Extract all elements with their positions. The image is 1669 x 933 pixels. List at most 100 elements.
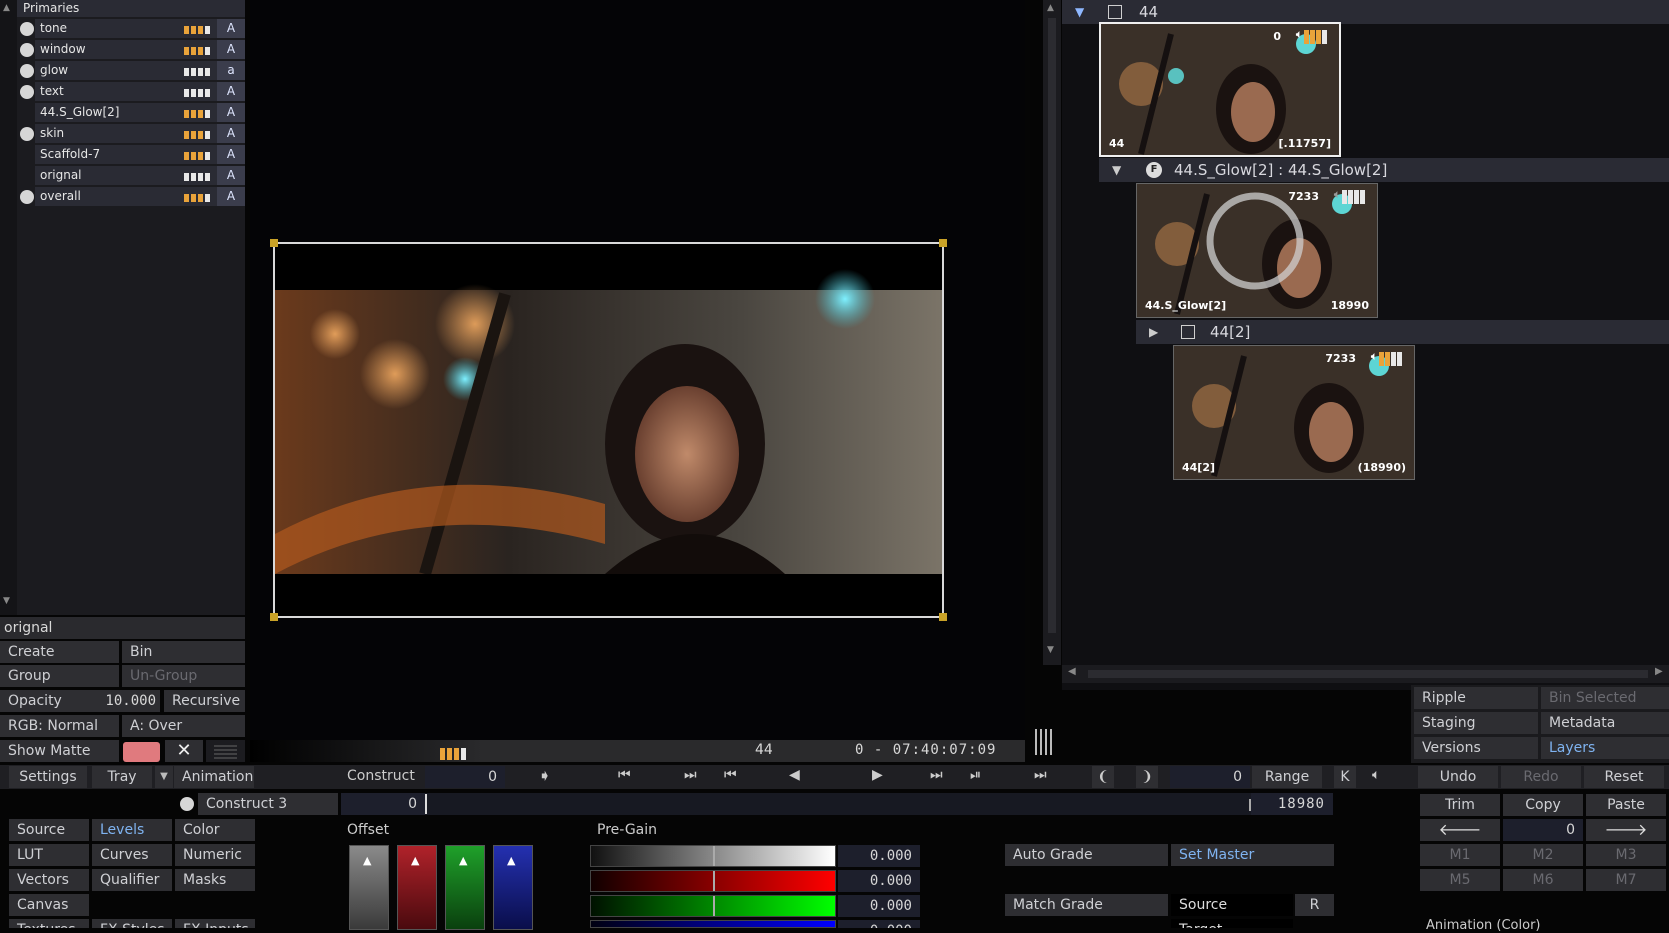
memory-button-m7[interactable]: M7 [1586, 869, 1666, 891]
step-back-icon[interactable]: ◀ [789, 767, 800, 783]
construct-name[interactable]: Construct 3 [198, 793, 338, 815]
target-field[interactable]: Target [1171, 919, 1293, 928]
memory-button-m3[interactable]: M3 [1586, 844, 1666, 866]
tree-horizontal-scrollbar[interactable]: ◀ ▶ [1062, 665, 1669, 683]
jump-icon[interactable]: ➧ [538, 766, 551, 785]
corner-handle[interactable] [270, 239, 278, 247]
scroll-down-icon[interactable]: ▼ [3, 596, 10, 606]
layer-row[interactable]: orignal A [35, 166, 245, 185]
range-button[interactable]: Range [1252, 766, 1322, 788]
trim-button[interactable]: Trim [1420, 794, 1500, 816]
offset-red-swatch[interactable]: ▲ [397, 845, 437, 930]
checkbox[interactable] [1181, 325, 1195, 339]
layer-row[interactable]: overall A [35, 187, 245, 206]
layers-scrollbar[interactable]: ▲ ▼ [0, 0, 17, 615]
source-field[interactable]: Source [1171, 894, 1293, 916]
tab-levels[interactable]: Levels [92, 819, 172, 841]
tray-button[interactable]: Tray [92, 766, 152, 788]
tab-color[interactable]: Color [175, 819, 255, 841]
pregain-master-value[interactable]: 0.000 [838, 845, 920, 867]
corner-handle[interactable] [939, 239, 947, 247]
bin-selected-button[interactable]: Bin Selected [1541, 687, 1669, 709]
tree-fx-row[interactable]: ▼ F 44.S_Glow[2] : 44.S_Glow[2] [1099, 158, 1669, 182]
settings-button[interactable]: Settings [9, 766, 87, 788]
tab-fx-styles[interactable]: FX Styles [92, 919, 172, 928]
timeline-scrubber[interactable] [425, 793, 1251, 815]
viewer-scrollbar[interactable]: ▲ ▼ [1043, 0, 1061, 665]
go-to-end-icon[interactable]: ⏭ [1034, 767, 1047, 783]
layer-alpha-badge[interactable]: A [217, 82, 245, 101]
layer-row[interactable]: skin A [35, 124, 245, 143]
scroll-down-icon[interactable]: ▼ [1047, 645, 1054, 655]
corner-handle[interactable] [270, 613, 278, 621]
resize-grip-icon[interactable] [1033, 727, 1053, 757]
tab-qualifier[interactable]: Qualifier [92, 869, 172, 891]
memory-button-m6[interactable]: M6 [1503, 869, 1583, 891]
staging-button[interactable]: Staging [1414, 712, 1538, 734]
previous-frame-icon[interactable]: ⏮ [724, 767, 737, 783]
layer-visibility-dot[interactable] [20, 190, 34, 204]
layer-visibility-dot[interactable] [20, 127, 34, 141]
tree-child-row[interactable]: ▶ 44[2] [1136, 320, 1669, 344]
recursive-button[interactable]: Recursive [164, 690, 245, 712]
corner-handle[interactable] [939, 613, 947, 621]
offset-green-swatch[interactable]: ▲ [445, 845, 485, 930]
tab-vectors[interactable]: Vectors [9, 869, 89, 891]
offset-master-swatch[interactable]: ▲ [349, 845, 389, 930]
playhead[interactable] [425, 794, 427, 814]
audio-icon[interactable]: 🔈︎ [1372, 767, 1380, 783]
next-frame-icon[interactable]: ⏭ [930, 767, 943, 783]
fx-thumbnail[interactable]: 7233 🔈︎ 44.S_Glow[2] 18990 [1136, 183, 1378, 318]
previous-mark-icon[interactable]: ⏭ [684, 767, 697, 783]
layer-alpha-badge[interactable]: A [217, 40, 245, 59]
source-r-button[interactable]: R [1295, 894, 1334, 916]
go-to-start-icon[interactable]: ⏮ [618, 767, 631, 783]
ungroup-button[interactable]: Un-Group [122, 665, 245, 687]
construct-field[interactable]: 0 [425, 766, 505, 788]
play-icon[interactable]: ▶ [872, 767, 883, 783]
bin-button[interactable]: Bin [122, 641, 245, 663]
layer-row[interactable]: text A [35, 82, 245, 101]
layer-visibility-dot[interactable] [20, 85, 34, 99]
pregain-red-slider[interactable] [590, 870, 836, 892]
undo-button[interactable]: Undo [1418, 766, 1498, 788]
offset-blue-swatch[interactable]: ▲ [493, 845, 533, 930]
rgb-mode-select[interactable]: RGB: Normal [0, 715, 119, 737]
create-button[interactable]: Create [0, 641, 119, 663]
group-button[interactable]: Group [0, 665, 119, 687]
show-matte-button[interactable]: Show Matte [0, 740, 119, 762]
scroll-left-icon[interactable]: ◀ [1068, 666, 1076, 677]
memory-button-m5[interactable]: M5 [1420, 869, 1500, 891]
layer-alpha-badge[interactable]: A [217, 103, 245, 122]
selected-layer-name[interactable]: orignal [0, 617, 245, 639]
tab-source[interactable]: Source [9, 819, 89, 841]
auto-grade-button[interactable]: Auto Grade [1005, 844, 1168, 866]
memory-button-m1[interactable]: M1 [1420, 844, 1500, 866]
tab-lut[interactable]: LUT [9, 844, 89, 866]
opacity-value[interactable]: 10.000 [80, 690, 160, 712]
layer-row[interactable]: 44.S_Glow[2] A [35, 103, 245, 122]
pregain-red-value[interactable]: 0.000 [838, 870, 920, 892]
metadata-button[interactable]: Metadata [1541, 712, 1669, 734]
layer-alpha-badge[interactable]: A [217, 166, 245, 185]
scroll-right-icon[interactable]: ▶ [1655, 666, 1663, 677]
layer-visibility-dot[interactable] [20, 22, 34, 36]
scroll-thumb[interactable] [1088, 670, 1648, 678]
close-icon[interactable]: ✕ [165, 740, 203, 762]
pregain-green-slider[interactable] [590, 895, 836, 917]
dropdown-arrow-icon[interactable]: ▼ [155, 766, 173, 788]
matte-color-swatch[interactable] [123, 742, 160, 762]
layer-visibility-dot[interactable] [20, 43, 34, 57]
pregain-blue-slider[interactable] [590, 920, 836, 928]
pregain-master-slider[interactable] [590, 845, 836, 867]
layer-alpha-badge[interactable]: A [217, 19, 245, 38]
ripple-button[interactable]: Ripple [1414, 687, 1538, 709]
arrow-right-icon[interactable]: 🡒 [1586, 819, 1666, 841]
viewer-frame[interactable] [270, 239, 947, 621]
alpha-mode-select[interactable]: A: Over [122, 715, 245, 737]
layer-alpha-badge[interactable]: a [217, 61, 245, 80]
redo-button[interactable]: Redo [1501, 766, 1581, 788]
layer-alpha-badge[interactable]: A [217, 187, 245, 206]
layer-alpha-badge[interactable]: A [217, 145, 245, 164]
tab-masks[interactable]: Masks [175, 869, 255, 891]
